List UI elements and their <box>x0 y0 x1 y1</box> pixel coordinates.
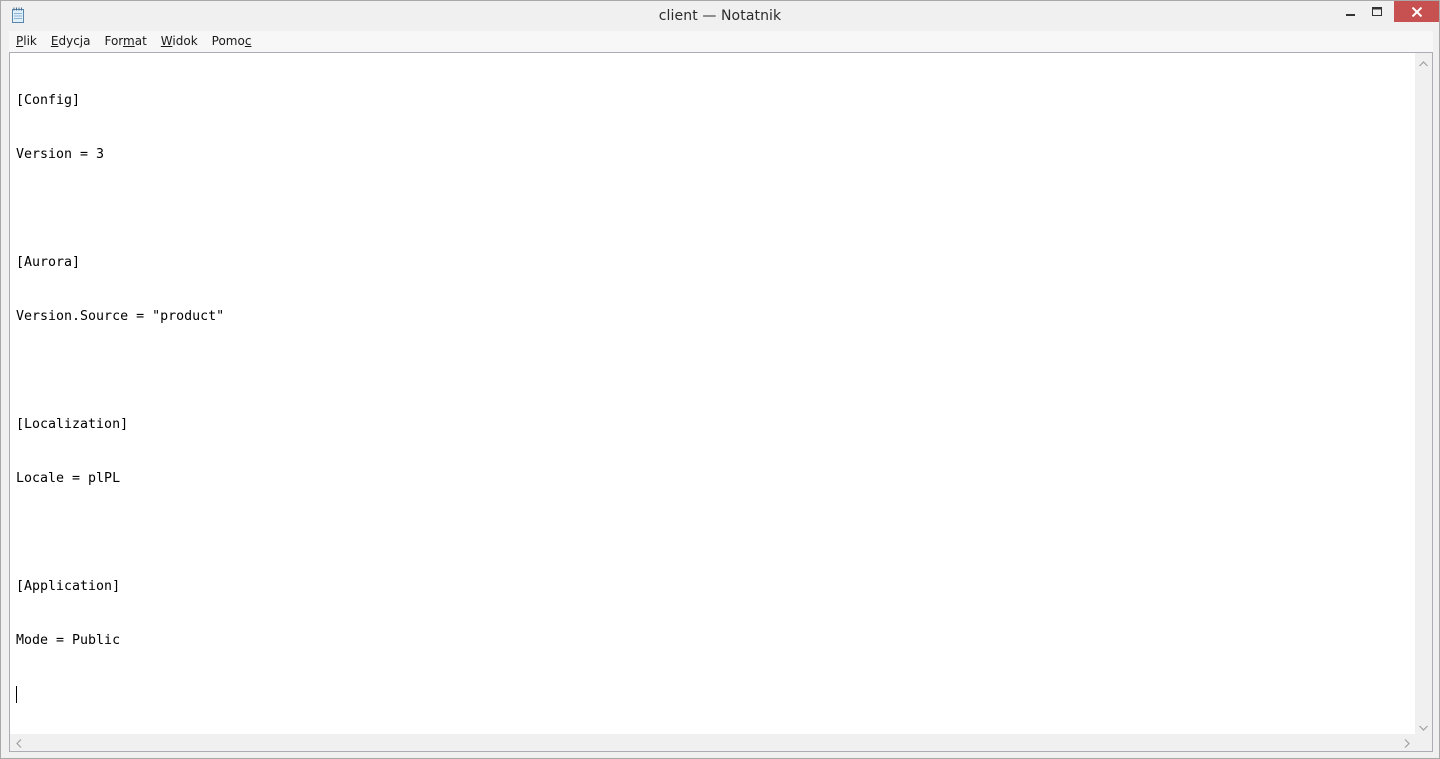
title-bar[interactable]: client — Notatnik <box>1 1 1439 31</box>
text-line: [Config] <box>16 93 81 108</box>
text-line <box>16 362 1414 380</box>
window-title: client — Notatnik <box>658 8 782 24</box>
close-icon <box>1411 2 1423 21</box>
text-line <box>16 524 1414 542</box>
text-caret <box>16 686 17 703</box>
text-line: Version = 3 <box>16 147 105 162</box>
minimize-icon <box>1345 2 1356 21</box>
vertical-scrollbar[interactable] <box>1415 53 1432 734</box>
scroll-up-button[interactable] <box>1415 53 1432 70</box>
close-button[interactable] <box>1394 1 1439 22</box>
text-line: Mode = Public <box>16 633 121 648</box>
scroll-down-button[interactable] <box>1415 717 1432 734</box>
chevron-up-icon <box>1419 52 1428 71</box>
minimize-button[interactable] <box>1337 1 1364 22</box>
menu-help[interactable]: Pomoc <box>205 31 259 52</box>
scroll-left-button[interactable] <box>10 734 27 751</box>
text-line-caret <box>16 686 1414 704</box>
text-line: Locale = plPL <box>16 471 121 486</box>
menu-bar: Plik Edycja Format Widok Pomoc <box>9 31 1433 52</box>
chevron-left-icon <box>15 733 22 752</box>
vertical-scroll-track[interactable] <box>1415 70 1432 717</box>
menu-view[interactable]: Widok <box>154 31 205 52</box>
menu-file[interactable]: Plik <box>9 31 44 52</box>
horizontal-scrollbar[interactable] <box>10 734 1415 751</box>
scroll-right-button[interactable] <box>1398 734 1415 751</box>
text-line: [Localization] <box>16 417 129 432</box>
text-line: Version.Source = "product" <box>16 309 225 324</box>
text-editor[interactable]: [Config] Version = 3 [Aurora] Version.So… <box>9 52 1433 752</box>
text-line <box>16 200 1414 218</box>
menu-edit[interactable]: Edycja <box>44 31 98 52</box>
chevron-down-icon <box>1419 716 1428 735</box>
scrollbar-corner <box>1415 734 1432 751</box>
maximize-icon <box>1372 2 1382 21</box>
notepad-window: client — Notatnik Plik Edycja Format Wid… <box>0 0 1440 759</box>
text-line: [Application] <box>16 579 121 594</box>
document-text[interactable]: [Config] Version = 3 [Aurora] Version.So… <box>16 56 1414 733</box>
text-line: [Aurora] <box>16 255 81 270</box>
maximize-button[interactable] <box>1364 1 1390 22</box>
chevron-right-icon <box>1404 733 1410 752</box>
menu-format[interactable]: Format <box>97 31 153 52</box>
